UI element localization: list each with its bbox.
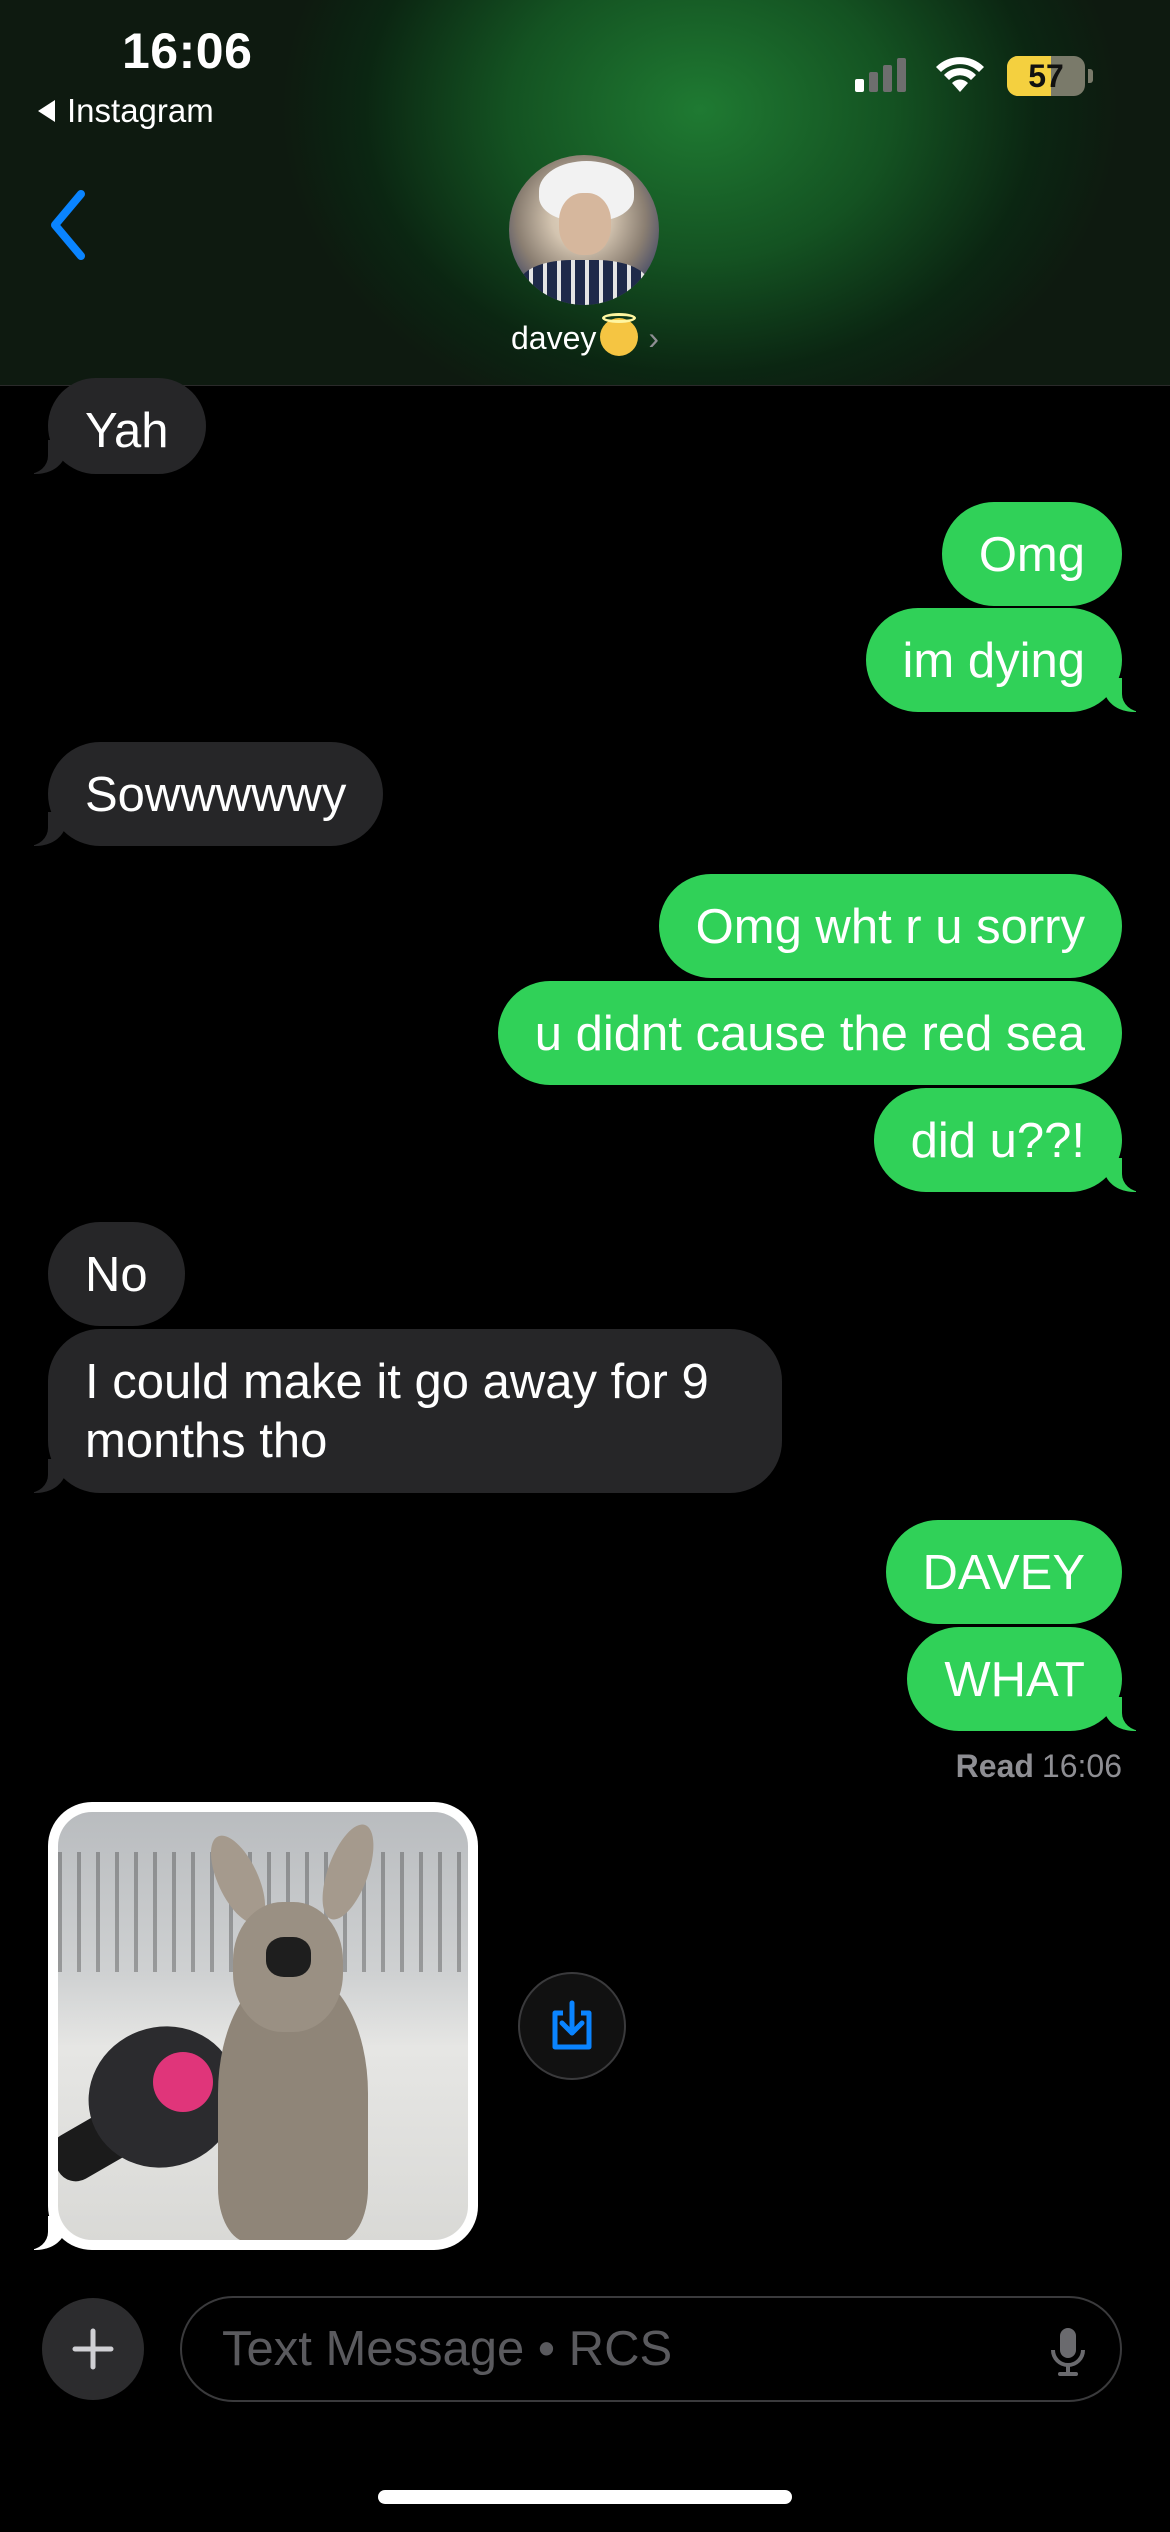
chevron-right-icon: › — [648, 320, 660, 356]
message-bubble-outgoing[interactable]: Omg wht r u sorry — [658, 874, 1122, 978]
read-receipt: Read 16:06 — [956, 1748, 1122, 1785]
status-time: 16:06 — [122, 23, 253, 79]
message-bubble-incoming[interactable]: I could make it go away for 9 months tho — [22, 1329, 782, 1493]
message-input-placeholder: Text Message • RCS — [222, 2322, 673, 2376]
add-attachment-button[interactable] — [42, 2298, 144, 2400]
message-bubble-outgoing[interactable]: Omg — [941, 502, 1122, 606]
cellular-signal-icon — [855, 58, 906, 92]
message-text: Sowwwwwy — [85, 768, 347, 822]
message-text: did u??! — [910, 1114, 1085, 1168]
conversation-header: 16:06 Instagram 57 davey › — [0, 0, 1170, 386]
message-input[interactable]: Text Message • RCS — [180, 2296, 1122, 2402]
message-bubble-outgoing[interactable]: WHAT — [907, 1627, 1148, 1731]
wifi-icon — [936, 57, 984, 92]
message-bubble-outgoing[interactable]: u didnt cause the red sea — [497, 981, 1122, 1085]
message-text: WHAT — [944, 1653, 1085, 1707]
message-text: No — [85, 1248, 148, 1302]
message-text: DAVEY — [922, 1546, 1085, 1600]
chevron-left-icon[interactable] — [48, 190, 88, 260]
message-text: Omg — [978, 528, 1085, 582]
read-time: 16:06 — [1041, 1748, 1122, 1784]
message-bubble-outgoing[interactable]: im dying — [865, 608, 1149, 712]
contact-name: davey — [510, 320, 597, 356]
save-image-button[interactable] — [518, 1972, 626, 2080]
message-bubble-incoming[interactable]: No — [48, 1222, 185, 1326]
back-app-label: Instagram — [67, 92, 214, 129]
microphone-icon[interactable] — [1050, 2326, 1086, 2378]
image-message-bubble[interactable] — [22, 1802, 478, 2250]
deer-with-microphone-image — [58, 1812, 468, 2240]
message-bubble-incoming[interactable]: Sowwwwwy — [21, 742, 384, 846]
smiling-face-with-halo-icon — [600, 313, 639, 356]
message-text: im dying — [902, 634, 1085, 688]
back-triangle-icon — [38, 100, 55, 122]
back-to-app-link[interactable]: Instagram — [38, 92, 214, 130]
message-bubble-outgoing[interactable]: did u??! — [873, 1088, 1149, 1192]
message-text: I could make it go away for 9 months tho — [85, 1355, 709, 1468]
contact-avatar[interactable] — [509, 155, 659, 305]
read-label: Read — [955, 1748, 1034, 1784]
message-bubble-incoming[interactable]: Yah — [22, 378, 206, 474]
home-indicator[interactable] — [378, 2490, 792, 2504]
plus-icon — [72, 2328, 114, 2370]
message-text: Omg wht r u sorry — [695, 900, 1085, 954]
message-text: u didnt cause the red sea — [534, 1007, 1085, 1061]
battery-percentage: 57 — [1028, 57, 1064, 94]
battery-icon: 57 — [1007, 56, 1093, 96]
message-bubble-outgoing[interactable]: DAVEY — [885, 1520, 1122, 1624]
message-text: Yah — [85, 404, 169, 458]
save-download-icon — [552, 2000, 592, 2050]
contact-name-button[interactable]: davey › — [0, 313, 1170, 357]
